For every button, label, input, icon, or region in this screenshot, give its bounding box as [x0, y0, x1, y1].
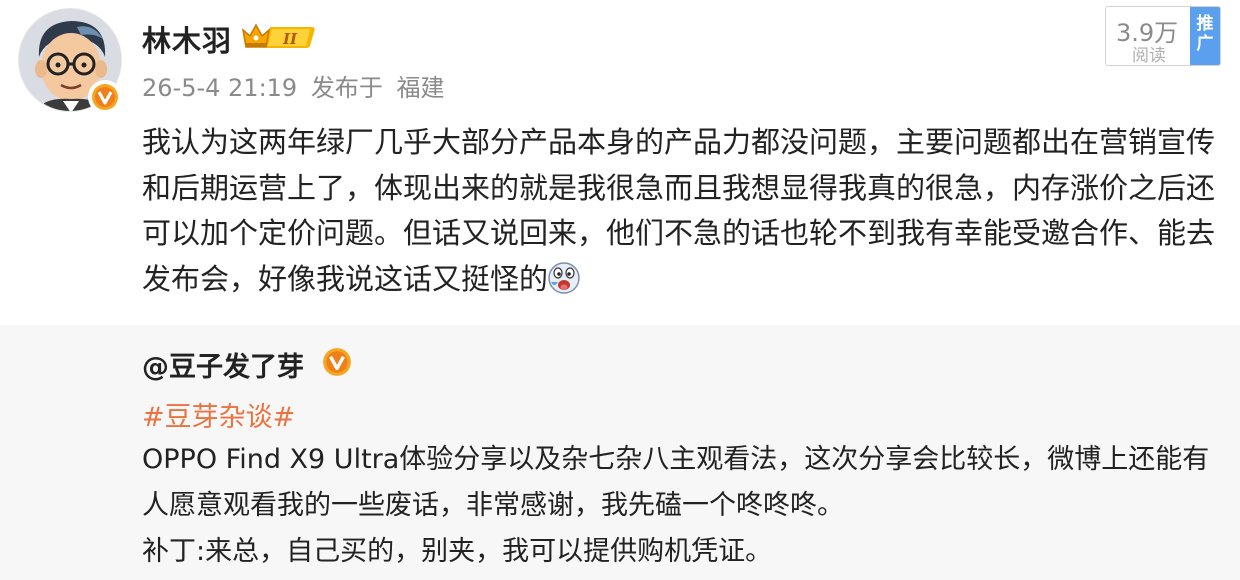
post-meta: 26-5-4 21:19 发布于 福建	[142, 68, 450, 103]
post-location: 福建	[396, 74, 445, 102]
funny-face-emoji-icon	[548, 261, 580, 294]
promote-label-bottom: 广	[1196, 34, 1214, 54]
read-label: 阅读	[1132, 46, 1166, 66]
promote-label-top: 推	[1196, 14, 1214, 34]
post-body: 我认为这两年绿厂几乎大部分产品本身的产品力都没问题，主要问题都出在营销宣传和后期…	[142, 120, 1224, 302]
read-counter: 3.9万 阅读 推 广	[1105, 6, 1221, 66]
post-source-label: 发布于	[310, 74, 383, 102]
crown-level-icon: II	[241, 23, 315, 48]
repost-text: OPPO Find X9 Ultra体验分享以及杂七杂八主观看法，这次分享会比较…	[142, 437, 1232, 575]
author-name[interactable]: 林木羽	[142, 18, 232, 60]
post-timestamp[interactable]: 26-5-4 21:19	[142, 74, 297, 102]
weibo-post: 林木羽 II 26-5-4 21:19 发布于 福建 3.9万 阅读 推 广 我…	[0, 0, 1240, 580]
repost-topic-link[interactable]: #豆芽杂谈#	[142, 395, 295, 434]
verified-badge-icon	[323, 348, 351, 376]
post-text: 我认为这两年绿厂几乎大部分产品本身的产品力都没问题，主要问题都出在营销宣传和后期…	[142, 125, 1216, 296]
repost-paragraph: OPPO Find X9 Ultra体验分享以及杂七杂八主观看法，这次分享会比较…	[142, 444, 1210, 521]
level-badge-text: II	[282, 30, 298, 48]
avatar-verified-badge	[88, 80, 122, 114]
repost-patch-note: 补丁:来总，自己买的，别夹，我可以提供购机凭证。	[142, 536, 773, 567]
level-badge[interactable]: II	[240, 20, 316, 52]
promote-button[interactable]: 推 广	[1190, 7, 1220, 65]
repost-card[interactable]: @豆子发了芽 #豆芽杂谈# OPPO Find X9 Ultra体验分享以及杂七…	[0, 325, 1240, 580]
verified-badge-icon	[92, 84, 118, 110]
repost-author[interactable]: @豆子发了芽	[142, 345, 304, 384]
